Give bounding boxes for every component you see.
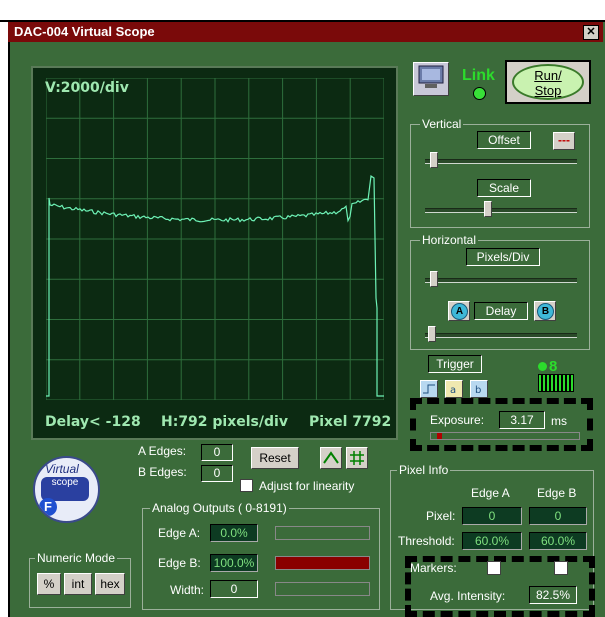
trigger-a-icon: a xyxy=(450,385,456,396)
pixel-info-title: Pixel Info xyxy=(397,463,451,477)
grid-toggle-button[interactable] xyxy=(346,447,368,469)
trigger-count-value: 8 xyxy=(549,358,558,375)
adjust-linearity-checkbox[interactable] xyxy=(240,479,253,492)
analog-edge-b-value: 100.0% xyxy=(210,554,258,572)
a-edges-label: A Edges: xyxy=(138,444,187,458)
exposure-unit: ms xyxy=(551,414,567,428)
link-indicator-icon xyxy=(473,87,486,100)
edge-b-header: Edge B xyxy=(537,486,577,500)
delay-a-button[interactable]: A xyxy=(448,301,470,321)
trigger-mode-2-button[interactable]: a xyxy=(445,380,463,398)
percent-mode-button[interactable]: % xyxy=(37,573,61,595)
trigger-b-icon: b xyxy=(475,385,481,396)
adjust-linearity-label: Adjust for linearity xyxy=(259,479,355,493)
analog-edge-b-label: Edge B: xyxy=(158,556,201,570)
trigger-label: Trigger xyxy=(428,355,482,373)
scope-grid xyxy=(46,78,384,400)
delay-b-button[interactable]: B xyxy=(534,301,556,321)
avg-intensity-label: Avg. Intensity: xyxy=(430,589,506,603)
offset-slider-thumb[interactable] xyxy=(430,152,438,168)
threshold-a-value[interactable]: 60.0% xyxy=(462,532,522,550)
horizontal-readout: H:792 pixels/div xyxy=(161,414,288,430)
virtual-scope-logo: Virtual scope F xyxy=(33,456,100,523)
volts-per-div-label: V:2000/div xyxy=(45,80,129,96)
close-button[interactable]: ✕ xyxy=(583,25,599,40)
trigger-level-icon xyxy=(538,374,574,392)
delay-label: Delay xyxy=(474,302,528,320)
offset-reset-button[interactable]: --- xyxy=(553,132,575,150)
logo-f-badge: F xyxy=(39,498,57,516)
scale-label: Scale xyxy=(477,179,531,197)
run-label: Run/ xyxy=(534,68,562,83)
analog-edge-a-value: 0.0% xyxy=(210,524,258,542)
scale-slider-track[interactable] xyxy=(425,208,577,213)
analog-edge-b-bar xyxy=(275,556,370,570)
analog-width-value: 0 xyxy=(210,580,258,598)
int-mode-button[interactable]: int xyxy=(64,573,92,595)
analog-edge-a-label: Edge A: xyxy=(158,526,201,540)
scale-slider-thumb[interactable] xyxy=(484,201,492,217)
offset-label: Offset xyxy=(477,131,531,149)
b-edges-label: B Edges: xyxy=(138,465,187,479)
trigger-mode-3-button[interactable]: b xyxy=(470,380,488,398)
analog-width-bar xyxy=(275,582,370,596)
scope-display: V:2000/div Delay< -128 H:792 pixels/div … xyxy=(31,66,398,440)
svg-text:a: a xyxy=(450,385,456,396)
trigger-mode-1-button[interactable] xyxy=(420,380,438,398)
monitor-icon xyxy=(418,65,444,88)
pixels-div-slider-thumb[interactable] xyxy=(430,271,438,287)
title-bar: DAC-004 Virtual Scope ✕ xyxy=(8,22,603,42)
exposure-bar-fill xyxy=(437,433,442,439)
link-label: Link xyxy=(462,67,495,84)
threshold-b-value[interactable]: 60.0% xyxy=(529,532,587,550)
a-edges-value: 0 xyxy=(201,444,233,461)
marker-a-checkbox[interactable] xyxy=(487,561,501,575)
trace-mode-button[interactable] xyxy=(320,447,342,469)
grid-icon xyxy=(350,451,364,465)
exposure-bar xyxy=(430,432,580,440)
svg-text:b: b xyxy=(475,385,481,396)
analog-edge-b-bar-fill xyxy=(276,557,369,569)
avg-intensity-value: 82.5% xyxy=(529,586,577,604)
pixels-div-slider-track[interactable] xyxy=(425,278,577,283)
pixel-label: Pixel: xyxy=(426,509,456,523)
top-border xyxy=(0,20,605,22)
edge-a-header: Edge A xyxy=(471,486,510,500)
analog-edge-a-bar xyxy=(275,526,370,540)
b-edges-value: 0 xyxy=(201,465,233,482)
trigger-count: 8 xyxy=(538,358,574,375)
trigger-edge-icon xyxy=(423,384,435,394)
vertical-title: Vertical xyxy=(420,117,464,131)
numeric-mode-title: Numeric Mode xyxy=(35,551,118,565)
analog-outputs-title: Analog Outputs ( 0-8191) xyxy=(150,501,289,515)
marker-b-checkbox[interactable] xyxy=(554,561,568,575)
marker-b-icon: B xyxy=(537,303,554,320)
pixels-div-label: Pixels/Div xyxy=(466,248,540,266)
reset-button[interactable]: Reset xyxy=(251,447,299,469)
pixel-readout: Pixel 7792 xyxy=(309,414,392,430)
delay-slider-thumb[interactable] xyxy=(428,326,436,342)
window-title: DAC-004 Virtual Scope xyxy=(14,24,155,39)
pixel-b-value: 0 xyxy=(529,507,587,525)
logo-virtual-text: Virtual xyxy=(45,462,79,476)
markers-label: Markers: xyxy=(410,561,457,575)
analog-width-label: Width: xyxy=(170,583,205,597)
run-stop-button[interactable]: Run/ Stop xyxy=(512,64,584,100)
exposure-input[interactable]: 3.17 xyxy=(499,411,545,429)
computer-icon-button[interactable] xyxy=(413,62,449,96)
peak-icon xyxy=(323,451,339,464)
horizontal-title: Horizontal xyxy=(420,233,479,247)
delay-slider-track[interactable] xyxy=(425,333,577,338)
stop-label: Stop xyxy=(534,83,562,98)
pixel-a-value: 0 xyxy=(462,507,522,525)
hex-mode-button[interactable]: hex xyxy=(95,573,125,595)
marker-a-icon: A xyxy=(451,303,468,320)
trigger-dot-icon xyxy=(538,362,547,371)
delay-readout: Delay< -128 xyxy=(45,414,141,430)
offset-slider-track[interactable] xyxy=(425,159,577,164)
threshold-label: Threshold: xyxy=(398,534,455,548)
exposure-label: Exposure: xyxy=(430,413,485,427)
